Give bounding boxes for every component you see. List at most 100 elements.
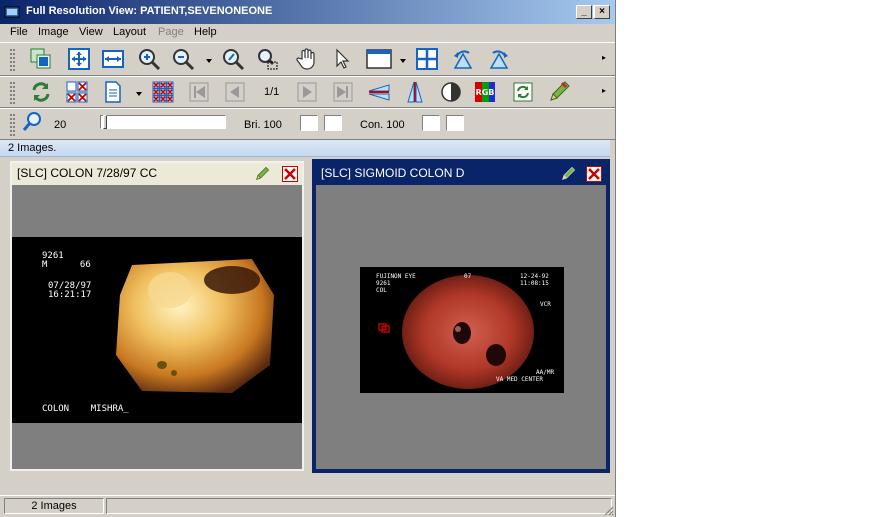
- pointer-arrow-icon: [336, 48, 350, 69]
- refresh-icon: [32, 82, 50, 102]
- rgb-button[interactable]: RGB: [472, 79, 498, 105]
- panel-title: [SLC] SIGMOID COLON D: [321, 166, 465, 180]
- zoom-slider[interactable]: [100, 115, 226, 129]
- grid-layout-button[interactable]: [414, 46, 440, 72]
- overlay-center: VA MED CENTER: [496, 376, 543, 383]
- remove-images-button[interactable]: [64, 79, 90, 105]
- annotate-pencil-icon[interactable]: [254, 166, 270, 182]
- info-text: 2 Images.: [8, 142, 57, 154]
- close-panel-icon[interactable]: [586, 166, 602, 182]
- panel-viewport[interactable]: 9261 M 66 07/28/97 16:21:17 COLON MISHRA…: [12, 185, 302, 469]
- copy-images-button[interactable]: [28, 46, 54, 72]
- toolbar-overflow-icon[interactable]: ▸: [602, 86, 608, 95]
- overlay-num: 07: [464, 273, 472, 280]
- menu-help[interactable]: Help: [194, 26, 217, 38]
- rotate-right-icon: [489, 50, 509, 69]
- flip-vertical-icon: [368, 84, 390, 101]
- status-pane-count: 2 Images: [4, 498, 104, 514]
- contrast-circle-icon: [441, 82, 461, 102]
- marker-icon: [378, 323, 390, 333]
- image-panel-1[interactable]: [SLC] COLON 7/28/97 CC 9261 M 66 07/28/9…: [10, 161, 304, 471]
- panel-header[interactable]: [SLC] COLON 7/28/97 CC: [12, 163, 302, 185]
- zoom-value: 20: [54, 119, 67, 131]
- invert-button[interactable]: [438, 79, 464, 105]
- image-workarea: [SLC] COLON 7/28/97 CC 9261 M 66 07/28/9…: [0, 157, 610, 493]
- window-layout-icon: [366, 49, 392, 69]
- zoom-in-button[interactable]: [136, 46, 162, 72]
- contrast-field[interactable]: [446, 115, 464, 131]
- document-icon: [105, 81, 121, 103]
- toolbar-grip[interactable]: [10, 82, 16, 106]
- overlay-bottom-text: COLON MISHRA_: [42, 404, 129, 414]
- close-button[interactable]: ×: [594, 5, 610, 19]
- endoscopy-image-1[interactable]: 9261 M 66 07/28/97 16:21:17 COLON MISHRA…: [12, 237, 302, 423]
- rotate-left-button[interactable]: [450, 46, 476, 72]
- next-page-button[interactable]: [294, 79, 320, 105]
- zoom-region-button[interactable]: [254, 46, 280, 72]
- overlay-source: VCR: [540, 301, 551, 308]
- overlay-initials: AA/MR: [536, 369, 555, 376]
- toolbar-grip[interactable]: [10, 114, 16, 138]
- overlay-site: COL: [376, 287, 387, 294]
- zoom-out-button[interactable]: [170, 46, 196, 72]
- layout-dropdown-arrow-icon[interactable]: [400, 59, 406, 63]
- status-pane-main: [106, 498, 612, 514]
- report-dropdown-arrow-icon[interactable]: [136, 92, 142, 96]
- close-panel-icon[interactable]: [282, 166, 298, 182]
- zoom-slider-thumb[interactable]: [103, 115, 107, 129]
- zoom-in-icon: [139, 49, 161, 71]
- previous-page-button[interactable]: [222, 79, 248, 105]
- fit-to-window-button[interactable]: [66, 46, 92, 72]
- annotate-button[interactable]: [546, 79, 572, 105]
- remove-all-images-button[interactable]: [150, 79, 176, 105]
- remove-images-icon: [66, 81, 88, 103]
- previous-page-icon: [225, 82, 245, 102]
- flip-horizontal-icon: [407, 81, 423, 103]
- menu-view[interactable]: View: [79, 26, 103, 38]
- flip-vertical-button[interactable]: [366, 79, 392, 105]
- brightness-slider[interactable]: [300, 115, 318, 131]
- menu-page: Page: [158, 26, 184, 38]
- title-bar[interactable]: Full Resolution View: PATIENT,SEVENONEON…: [0, 0, 615, 24]
- zoom-dropdown-arrow-icon[interactable]: [206, 59, 212, 63]
- overlay-date: 12-24-92: [520, 273, 549, 280]
- menu-file[interactable]: File: [10, 26, 28, 38]
- info-bar: 2 Images.: [0, 140, 610, 157]
- panel-viewport[interactable]: FUJINON EYE 9261 COL 07 12-24-92 11:08:1…: [316, 185, 606, 469]
- first-page-icon: [189, 82, 209, 102]
- menu-image[interactable]: Image: [38, 26, 69, 38]
- flip-horizontal-button[interactable]: [402, 79, 428, 105]
- pointer-button[interactable]: [330, 46, 356, 72]
- toolbar-overflow-icon[interactable]: ▸: [602, 53, 608, 62]
- panel-header[interactable]: [SLC] SIGMOID COLON D: [316, 163, 606, 185]
- resize-grip-icon[interactable]: [602, 504, 614, 516]
- menu-bar: File Image View Layout Page Help: [0, 24, 615, 42]
- endoscopy-image-2[interactable]: FUJINON EYE 9261 COL 07 12-24-92 11:08:1…: [360, 267, 564, 393]
- brightness-field[interactable]: [324, 115, 342, 131]
- colon-image: [116, 259, 274, 393]
- reset-button[interactable]: [510, 79, 536, 105]
- menu-layout[interactable]: Layout: [113, 26, 146, 38]
- refresh-button[interactable]: [28, 79, 54, 105]
- window-layout-button[interactable]: [364, 46, 394, 72]
- zoom-actual-button[interactable]: [220, 46, 246, 72]
- image-panel-2[interactable]: [SLC] SIGMOID COLON D FUJINON EYE 9261 C…: [312, 159, 610, 473]
- rotate-right-button[interactable]: [486, 46, 512, 72]
- pan-hand-button[interactable]: [294, 46, 320, 72]
- svg-text:RGB: RGB: [476, 88, 495, 97]
- annotate-pencil-icon[interactable]: [560, 166, 576, 182]
- reset-icon: [513, 82, 533, 102]
- last-page-button[interactable]: [330, 79, 356, 105]
- overlay-time: 16:21:17: [48, 290, 92, 300]
- last-page-icon: [333, 82, 353, 102]
- rotate-left-icon: [453, 50, 473, 69]
- fit-width-button[interactable]: [100, 46, 126, 72]
- contrast-label: Con. 100: [360, 119, 405, 131]
- zoom-out-icon: [173, 49, 195, 71]
- toolbar-grip[interactable]: [10, 49, 16, 73]
- minimize-button[interactable]: _: [576, 5, 592, 19]
- report-button[interactable]: [100, 79, 126, 105]
- contrast-slider[interactable]: [422, 115, 440, 131]
- first-page-button[interactable]: [186, 79, 212, 105]
- close-icon: ×: [599, 6, 605, 17]
